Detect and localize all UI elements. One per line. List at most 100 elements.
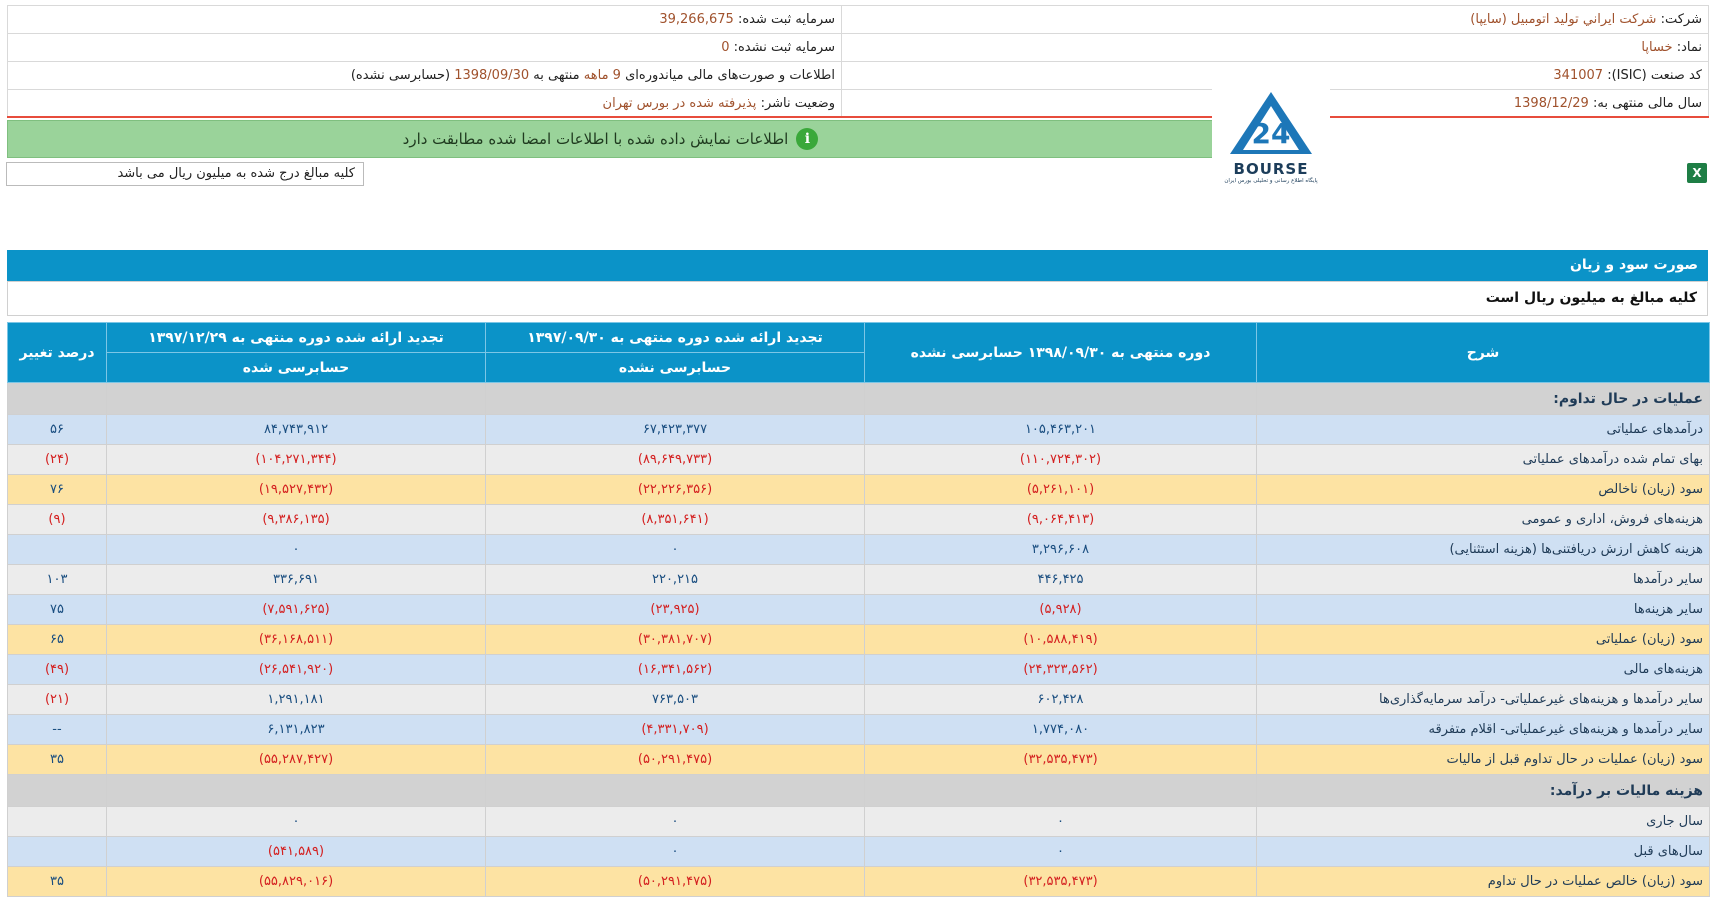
income-statement-body: عملیات در حال تداوم: درآمدهای عملیاتی ۱۰۵,… <box>7 382 1710 897</box>
table-row: سایر درآمدها و هزینه‌های غیرعملیاتی- درآ… <box>7 684 1710 715</box>
table-row: هزینه‌های فروش، اداری و عمومی (۹,۰۶۴,۴۱۳)… <box>7 504 1710 535</box>
cell-period-1398: ۰ <box>864 806 1257 837</box>
cell-period-1398: (۲۴,۳۲۳,۵۶۲) <box>864 654 1257 685</box>
table-row: سود (زیان) خالص عملیات در حال تداوم (۳۲,۵… <box>7 866 1710 897</box>
symbol-value: خساپا <box>1641 40 1673 55</box>
row-description: سایر هزینه‌ها <box>1256 594 1710 625</box>
cell-period-1397-09: (۵۰,۲۹۱,۴۷۵) <box>485 866 865 897</box>
cell-change-percent <box>7 806 107 837</box>
header-period-1397-09: تجدید ارائه شده دوره منتهی به ۱۳۹۷/۰۹/۳۰ <box>485 322 865 353</box>
cell-period-1397-09 <box>485 382 865 415</box>
header-period-1397-12: تجدید ارائه شده دوره منتهی به ۱۳۹۷/۱۲/۲۹ <box>106 322 486 353</box>
row-description: عملیات در حال تداوم: <box>1256 382 1710 415</box>
registered-capital-label: سرمایه ثبت شده: <box>737 12 835 27</box>
unit-note: کلیه مبالغ درج شده به میلیون ریال می باش… <box>6 162 364 186</box>
cell-period-1397-09: (۵۰,۲۹۱,۴۷۵) <box>485 744 865 775</box>
cell-change-percent: ۶۵ <box>7 624 107 655</box>
cell-change-percent: ۷۶ <box>7 474 107 505</box>
cell-period-1397-12 <box>106 382 486 415</box>
svg-text:24: 24 <box>1252 117 1291 150</box>
header-period-1397-12-audit: حسابرسی شده <box>106 352 486 383</box>
unregistered-capital-value: 0 <box>721 40 730 55</box>
row-description: سود (زیان) خالص عملیات در حال تداوم <box>1256 866 1710 897</box>
header-change-percent: درصد تغییر <box>7 322 107 383</box>
cell-period-1397-09: (۲۲,۲۲۶,۳۵۶) <box>485 474 865 505</box>
bourse-logo-mark: 24 <box>1230 92 1312 154</box>
header-description: شرح <box>1256 322 1710 383</box>
cell-period-1397-12: (۳۶,۱۶۸,۵۱۱) <box>106 624 486 655</box>
row-description: هزینه کاهش ارزش دریافتنی‌ها (هزینه استثن… <box>1256 534 1710 565</box>
table-row: سایر درآمدها و هزینه‌های غیرعملیاتی- اقل… <box>7 714 1710 745</box>
excel-export-icon[interactable]: X <box>1687 163 1707 183</box>
cell-change-percent: -- <box>7 714 107 745</box>
bourse-logo-word: BOURSE <box>1233 160 1309 178</box>
cell-period-1397-09: (۳۰,۳۸۱,۷۰۷) <box>485 624 865 655</box>
cell-period-1398: (۵,۹۲۸) <box>864 594 1257 625</box>
cell-period-1398: (۱۰,۵۸۸,۴۱۹) <box>864 624 1257 655</box>
cell-period-1397-12: ۰ <box>106 534 486 565</box>
cell-change-percent: ۳۵ <box>7 866 107 897</box>
row-description: سود (زیان) عملیاتی <box>1256 624 1710 655</box>
report-status: (حسابرسی نشده) <box>350 68 451 83</box>
cell-period-1398: ۳,۲۹۶,۶۰۸ <box>864 534 1257 565</box>
cell-period-1397-09: (۲۳,۹۲۵) <box>485 594 865 625</box>
company-value: شرکت ايراني توليد اتومبيل (سايپا) <box>1470 12 1657 27</box>
row-description: سود (زیان) ناخالص <box>1256 474 1710 505</box>
cell-period-1398: (۳۲,۵۳۵,۴۷۳) <box>864 744 1257 775</box>
verification-notice: i اطلاعات نمایش داده شده با اطلاعات امضا… <box>7 120 1214 158</box>
cell-period-1398 <box>864 774 1257 807</box>
cell-period-1397-09: ۰ <box>485 534 865 565</box>
registered-capital-value: 39,266,675 <box>659 12 734 27</box>
table-row: سال جاری ۰ ۰ ۰ <box>7 806 1710 837</box>
fiscal-year-value: 1398/12/29 <box>1513 96 1589 111</box>
cell-period-1397-09: (۱۶,۳۴۱,۵۶۲) <box>485 654 865 685</box>
cell-period-1397-12: (۱۰۴,۲۷۱,۳۴۴) <box>106 444 486 475</box>
company-label: شرکت: <box>1660 12 1702 27</box>
row-description: سال جاری <box>1256 806 1710 837</box>
cell-period-1398: ۴۴۶,۴۲۵ <box>864 564 1257 595</box>
cell-change-percent: ۵۶ <box>7 414 107 445</box>
bourse-logo: 24 BOURSE پایگاه اطلاع رسانی و تحلیلی بو… <box>1212 88 1330 196</box>
cell-period-1397-09: ۰ <box>485 836 865 867</box>
cell-change-percent: (۲۴) <box>7 444 107 475</box>
cell-period-1397-12: ۸۴,۷۴۳,۹۱۲ <box>106 414 486 445</box>
cell-period-1397-12: (۵۴۱,۵۸۹) <box>106 836 486 867</box>
row-description: بهای تمام شده درآمدهای عملیاتی <box>1256 444 1710 475</box>
cell-period-1397-12: ۳۳۶,۶۹۱ <box>106 564 486 595</box>
report-info-cell: اطلاعات و صورت‌های مالی میاندوره‌ای 9 ما… <box>7 61 842 90</box>
row-description: سال‌های قبل <box>1256 836 1710 867</box>
row-description: درآمدهای عملیاتی <box>1256 414 1710 445</box>
cell-period-1397-12 <box>106 774 486 807</box>
table-row: سایر درآمدها ۴۴۶,۴۲۵ ۲۲۰,۲۱۵ ۳۳۶,۶۹۱ ۱۰۳ <box>7 564 1710 595</box>
cell-period-1398: ۰ <box>864 836 1257 867</box>
cell-period-1397-09: ۰ <box>485 806 865 837</box>
row-description: هزینه‌های فروش، اداری و عمومی <box>1256 504 1710 535</box>
section-note: کلیه مبالغ به میلیون ریال است <box>7 281 1708 316</box>
cell-period-1397-12: (۹,۳۸۶,۱۳۵) <box>106 504 486 535</box>
cell-change-percent: ۳۵ <box>7 744 107 775</box>
header-divider <box>7 116 1709 118</box>
isic-value: 341007 <box>1553 68 1604 83</box>
publisher-status-cell: وضعیت ناشر: پذیرفته شده در بورس تهران <box>7 89 842 118</box>
cell-period-1397-09: ۲۲۰,۲۱۵ <box>485 564 865 595</box>
company-cell: شرکت: شرکت ايراني توليد اتومبيل (سايپا) <box>841 5 1709 34</box>
cell-period-1398: ۶۰۲,۴۲۸ <box>864 684 1257 715</box>
report-date: 1398/09/30 <box>454 68 530 83</box>
cell-change-percent: (۹) <box>7 504 107 535</box>
cell-period-1398: (۳۲,۵۳۵,۴۷۳) <box>864 866 1257 897</box>
cell-period-1397-09: ۶۷,۴۲۳,۳۷۷ <box>485 414 865 445</box>
section-title: صورت سود و زیان <box>7 250 1708 281</box>
cell-period-1397-09: (۸,۳۵۱,۶۴۱) <box>485 504 865 535</box>
report-text-mid: منتهی به <box>533 68 580 83</box>
cell-change-percent <box>7 774 107 807</box>
cell-period-1398: (۱۱۰,۷۲۴,۳۰۲) <box>864 444 1257 475</box>
unregistered-capital-label: سرمایه ثبت نشده: <box>733 40 835 55</box>
table-row: سال‌های قبل ۰ ۰ (۵۴۱,۵۸۹) <box>7 836 1710 867</box>
header-period-1398: دوره منتهی به ۱۳۹۸/۰۹/۳۰ حسابرسی نشده <box>864 322 1257 383</box>
cell-change-percent: ۷۵ <box>7 594 107 625</box>
header-period-1397-09-audit: حسابرسی نشده <box>485 352 865 383</box>
cell-change-percent: (۲۱) <box>7 684 107 715</box>
table-row: بهای تمام شده درآمدهای عملیاتی (۱۱۰,۷۲۴,۳… <box>7 444 1710 475</box>
cell-period-1397-12: (۵۵,۲۸۷,۴۲۷) <box>106 744 486 775</box>
cell-period-1397-12: (۷,۵۹۱,۶۲۵) <box>106 594 486 625</box>
